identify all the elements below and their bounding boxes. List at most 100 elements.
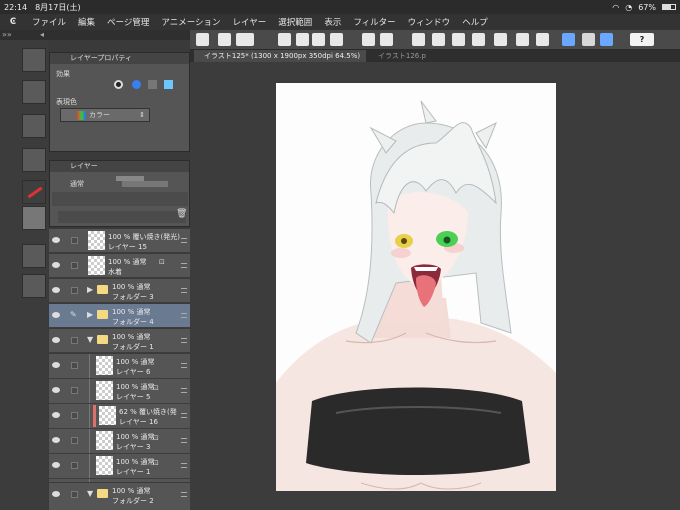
grid-icon[interactable] [196,33,209,46]
lock-icon[interactable]: ⊡ [153,434,159,442]
blend-mode-select[interactable]: 通常 [70,179,84,189]
layer-check[interactable] [71,362,78,369]
layer-row[interactable]: 100 % 通常 レイヤー 5 ⊡ [49,379,190,404]
tool-layers[interactable] [22,206,46,230]
drag-handle-icon[interactable] [181,313,187,318]
layer-row[interactable]: ▶ 100 % 通常 フォルダー 3 [49,279,190,303]
open-file-icon[interactable] [296,33,309,46]
drag-handle-icon[interactable] [181,438,187,443]
eye-icon[interactable] [52,362,60,368]
new-file-icon[interactable] [278,33,291,46]
menu-view[interactable]: 表示 [318,16,347,28]
save-file-icon[interactable] [312,33,325,46]
trash-icon[interactable]: 🗑 [176,209,187,219]
spiral-icon[interactable] [236,33,254,46]
rotate-icon[interactable] [218,33,231,46]
tool-camera[interactable] [22,148,46,172]
drag-handle-icon[interactable] [181,338,187,343]
layer-row[interactable]: ✎ ▶ 100 % 通常 フォルダー 4 [49,304,190,328]
menu-help[interactable]: ヘルプ [456,16,494,28]
free-transform-icon[interactable] [472,33,485,46]
clear-icon[interactable] [412,33,425,46]
drag-handle-icon[interactable] [181,492,187,497]
select-all-icon[interactable] [536,33,549,46]
lock-icon[interactable]: ⊡ [153,459,159,467]
collapse-arrow-icon[interactable]: ▼ [87,489,93,498]
menu-file[interactable]: ファイル [26,16,72,28]
menu-window[interactable]: ウィンドウ [402,16,457,28]
effect-layer-color-icon[interactable] [164,80,173,89]
invert-selection-icon[interactable] [516,33,529,46]
transform-icon[interactable] [452,33,465,46]
layer-check[interactable] [71,287,78,294]
menu-edit[interactable]: 編集 [72,16,101,28]
effect-color-icon[interactable] [132,80,141,89]
pen-pressure-icon[interactable] [582,33,595,46]
tool-blend[interactable] [22,274,46,298]
tool-gradient[interactable] [22,80,46,104]
eye-icon[interactable] [52,312,60,318]
fill-icon[interactable] [432,33,445,46]
tab-illust126[interactable]: イラスト126.p [368,50,488,62]
collapse-icon[interactable]: »» [2,30,12,39]
layer-check[interactable] [71,412,78,419]
effect-tone-icon[interactable] [148,80,157,89]
drag-handle-icon[interactable] [181,388,187,393]
effect-mono-icon[interactable] [114,80,123,89]
eye-icon[interactable] [52,337,60,343]
opacity-bar[interactable] [122,181,168,187]
undo-icon[interactable] [362,33,375,46]
tool-fill[interactable] [22,244,46,268]
tool-layer-move[interactable] [22,48,46,72]
tool-transform[interactable] [22,114,46,138]
layer-check[interactable] [71,387,78,394]
eye-icon[interactable] [52,437,60,443]
layer-check[interactable] [71,491,78,498]
drag-handle-icon[interactable] [181,413,187,418]
layer-row[interactable]: 100 % 通常 レイヤー 6 [49,354,190,379]
layer-row[interactable]: 100 % 通常 水着 ⊡ [49,254,190,278]
layer-check[interactable] [71,237,78,244]
collapse-arrow-icon[interactable]: ▼ [87,335,93,344]
menu-filter[interactable]: フィルター [347,16,401,28]
layer-row[interactable]: 100 % 通常 レイヤー 1 ⊡ [49,454,190,479]
drag-handle-icon[interactable] [181,263,187,268]
expand-arrow-icon[interactable]: ▶ [87,285,93,294]
layer-row[interactable]: ▼ 100 % 通常 フォルダー 2 [49,483,190,510]
eye-icon[interactable] [52,287,60,293]
ruler-icon[interactable] [562,33,575,46]
tool-pen[interactable] [22,180,46,204]
eye-icon[interactable] [52,462,60,468]
help-button[interactable]: ? [630,33,654,46]
drag-handle-icon[interactable] [181,288,187,293]
menu-page[interactable]: ページ管理 [101,16,155,28]
expression-select[interactable]: カラー ⇕ [60,108,150,122]
layer-row[interactable]: ▼ 100 % 通常 フォルダー 1 [49,329,190,353]
page-icon[interactable] [330,33,343,46]
eye-icon[interactable] [52,491,60,497]
eye-icon[interactable] [52,262,60,268]
layer-check[interactable] [71,437,78,444]
app-logo-icon[interactable]: Ͼ [0,17,26,27]
snap-icon[interactable] [600,33,613,46]
tab-illust125[interactable]: イラスト125* (1300 x 1900px 350dpi 64.5%) [194,50,366,62]
layer-row[interactable]: 62 % 覆い焼き(発 レイヤー 16 [49,404,190,429]
layer-check[interactable] [71,462,78,469]
layer-check[interactable] [71,262,78,269]
lock-icon[interactable]: ⊡ [153,384,159,392]
eye-icon[interactable] [52,237,60,243]
menu-selection[interactable]: 選択範囲 [272,16,318,28]
menu-layer[interactable]: レイヤー [227,16,273,28]
artwork-canvas[interactable] [276,83,556,491]
drag-handle-icon[interactable] [181,238,187,243]
lock-icon[interactable]: ⊡ [159,258,165,266]
layer-row[interactable]: 100 % 通常 レイヤー 3 ⊡ [49,429,190,454]
eye-icon[interactable] [52,412,60,418]
drag-handle-icon[interactable] [181,463,187,468]
layer-row[interactable]: 100 % 覆い焼き(発光) レイヤー 15 [49,229,190,253]
eye-icon[interactable] [52,387,60,393]
collapse-left-icon[interactable]: ◂ [40,30,44,39]
menu-animation[interactable]: アニメーション [155,16,226,28]
deselect-icon[interactable] [494,33,507,46]
expand-arrow-icon[interactable]: ▶ [87,310,93,319]
